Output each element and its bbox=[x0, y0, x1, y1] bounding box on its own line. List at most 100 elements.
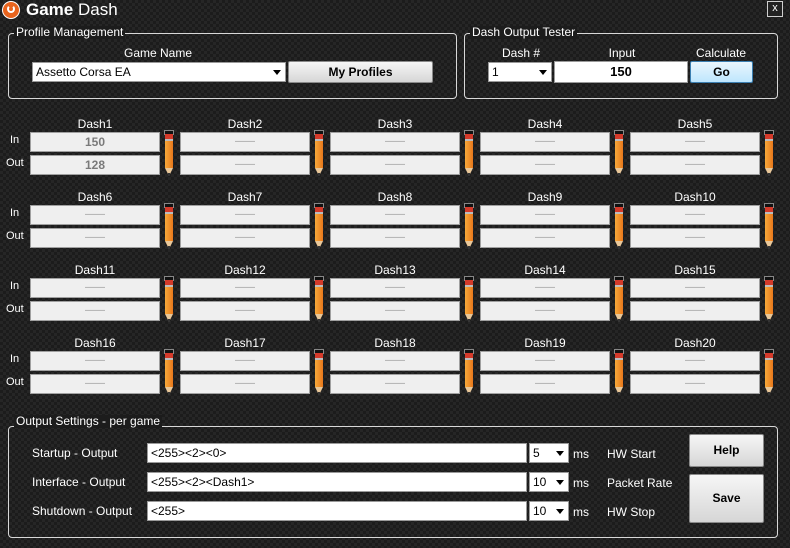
game-name-value: Assetto Corsa EA bbox=[36, 65, 131, 79]
edit-pencil-icon[interactable] bbox=[464, 130, 474, 176]
dash-name-label: Dash2 bbox=[227, 117, 263, 131]
edit-pencil-icon[interactable] bbox=[614, 349, 624, 395]
chevron-down-icon bbox=[556, 480, 564, 485]
my-profiles-button[interactable]: My Profiles bbox=[288, 61, 433, 83]
edit-pencil-icon[interactable] bbox=[464, 349, 474, 395]
edit-pencil-icon[interactable] bbox=[314, 203, 324, 249]
save-button[interactable]: Save bbox=[689, 474, 764, 523]
out-row-label: Out bbox=[6, 157, 24, 169]
dash-name-label: Dash8 bbox=[377, 190, 413, 204]
chevron-down-icon bbox=[539, 70, 547, 75]
dash-name-label: Dash10 bbox=[674, 190, 716, 204]
dash-in-value: —— bbox=[180, 132, 310, 152]
chevron-down-icon bbox=[273, 70, 281, 75]
edit-pencil-icon[interactable] bbox=[764, 349, 774, 395]
edit-pencil-icon[interactable] bbox=[614, 276, 624, 322]
dash-name-label: Dash7 bbox=[227, 190, 263, 204]
dash-in-value: —— bbox=[330, 351, 460, 371]
in-row-label: In bbox=[10, 353, 20, 365]
input-label: Input bbox=[608, 46, 636, 60]
shutdown-ms-unit: ms bbox=[573, 505, 589, 519]
interface-ms-select[interactable]: 10 bbox=[529, 472, 569, 492]
window-title: Game Dash bbox=[26, 0, 118, 19]
dash-in-value: —— bbox=[180, 278, 310, 298]
dash-name-label: Dash16 bbox=[74, 336, 116, 350]
edit-pencil-icon[interactable] bbox=[764, 276, 774, 322]
startup-ms-select[interactable]: 5 bbox=[529, 443, 569, 463]
dash-out-value: —— bbox=[480, 374, 610, 394]
edit-pencil-icon[interactable] bbox=[314, 276, 324, 322]
dash-in-value: —— bbox=[30, 278, 160, 298]
dash-out-value: —— bbox=[180, 374, 310, 394]
edit-pencil-icon[interactable] bbox=[164, 276, 174, 322]
edit-pencil-icon[interactable] bbox=[314, 349, 324, 395]
dash-name-label: Dash3 bbox=[377, 117, 413, 131]
dash-out-value: —— bbox=[630, 155, 760, 175]
dash-name-label: Dash12 bbox=[224, 263, 266, 277]
dash-out-value: 128 bbox=[30, 155, 160, 175]
dash-in-value: —— bbox=[30, 351, 160, 371]
dash-name-label: Dash4 bbox=[527, 117, 563, 131]
edit-pencil-icon[interactable] bbox=[614, 130, 624, 176]
in-row-label: In bbox=[10, 207, 20, 219]
dash-in-value: —— bbox=[480, 278, 610, 298]
hw-start-label: HW Start bbox=[607, 447, 656, 461]
edit-pencil-icon[interactable] bbox=[164, 130, 174, 176]
tester-input-field[interactable]: 150 bbox=[554, 61, 688, 83]
go-button[interactable]: Go bbox=[690, 61, 753, 83]
dash-name-label: Dash20 bbox=[674, 336, 716, 350]
dash-out-value: —— bbox=[30, 374, 160, 394]
chevron-down-icon bbox=[556, 509, 564, 514]
startup-output-label: Startup - Output bbox=[32, 446, 118, 460]
dash-in-value: —— bbox=[630, 278, 760, 298]
dash-out-value: —— bbox=[180, 155, 310, 175]
edit-pencil-icon[interactable] bbox=[764, 130, 774, 176]
dash-in-value: —— bbox=[630, 205, 760, 225]
hw-stop-label: HW Stop bbox=[607, 505, 656, 519]
dash-out-value: —— bbox=[330, 155, 460, 175]
edit-pencil-icon[interactable] bbox=[164, 349, 174, 395]
dash-out-value: —— bbox=[180, 228, 310, 248]
dash-number-label: Dash # bbox=[501, 46, 541, 60]
dash-out-value: —— bbox=[630, 228, 760, 248]
chevron-down-icon bbox=[556, 451, 564, 456]
dash-in-value: —— bbox=[330, 278, 460, 298]
out-row-label: Out bbox=[6, 376, 24, 388]
startup-ms-value: 5 bbox=[533, 446, 540, 460]
dash-in-value: —— bbox=[180, 205, 310, 225]
dash-name-label: Dash14 bbox=[524, 263, 566, 277]
dash-name-label: Dash1 bbox=[77, 117, 113, 131]
dash-name-label: Dash15 bbox=[674, 263, 716, 277]
dash-in-value: —— bbox=[630, 351, 760, 371]
edit-pencil-icon[interactable] bbox=[314, 130, 324, 176]
dash-out-value: —— bbox=[630, 301, 760, 321]
app-logo-icon bbox=[2, 1, 20, 19]
profile-management-legend: Profile Management bbox=[14, 25, 126, 39]
dash-in-value: —— bbox=[480, 205, 610, 225]
game-name-select[interactable]: Assetto Corsa EA bbox=[32, 62, 286, 82]
dash-in-value: —— bbox=[180, 351, 310, 371]
startup-output-field[interactable]: <255><2><0> bbox=[147, 443, 527, 463]
edit-pencil-icon[interactable] bbox=[614, 203, 624, 249]
dash-out-value: —— bbox=[180, 301, 310, 321]
edit-pencil-icon[interactable] bbox=[164, 203, 174, 249]
interface-ms-unit: ms bbox=[573, 476, 589, 490]
shutdown-ms-select[interactable]: 10 bbox=[529, 501, 569, 521]
dash-out-value: —— bbox=[30, 301, 160, 321]
edit-pencil-icon[interactable] bbox=[464, 276, 474, 322]
edit-pencil-icon[interactable] bbox=[764, 203, 774, 249]
edit-pencil-icon[interactable] bbox=[464, 203, 474, 249]
close-button[interactable]: x bbox=[767, 1, 783, 17]
help-button[interactable]: Help bbox=[689, 434, 764, 467]
packet-rate-label: Packet Rate bbox=[607, 476, 673, 490]
shutdown-output-field[interactable]: <255> bbox=[147, 501, 527, 521]
dash-number-select[interactable]: 1 bbox=[488, 62, 552, 82]
dash-name-label: Dash13 bbox=[374, 263, 416, 277]
interface-output-field[interactable]: <255><2><Dash1> bbox=[147, 472, 527, 492]
output-settings-legend: Output Settings - per game bbox=[14, 414, 163, 428]
dash-name-label: Dash19 bbox=[524, 336, 566, 350]
dash-out-value: —— bbox=[630, 374, 760, 394]
dash-out-value: —— bbox=[480, 155, 610, 175]
dash-in-value: —— bbox=[480, 351, 610, 371]
dash-name-label: Dash5 bbox=[677, 117, 713, 131]
